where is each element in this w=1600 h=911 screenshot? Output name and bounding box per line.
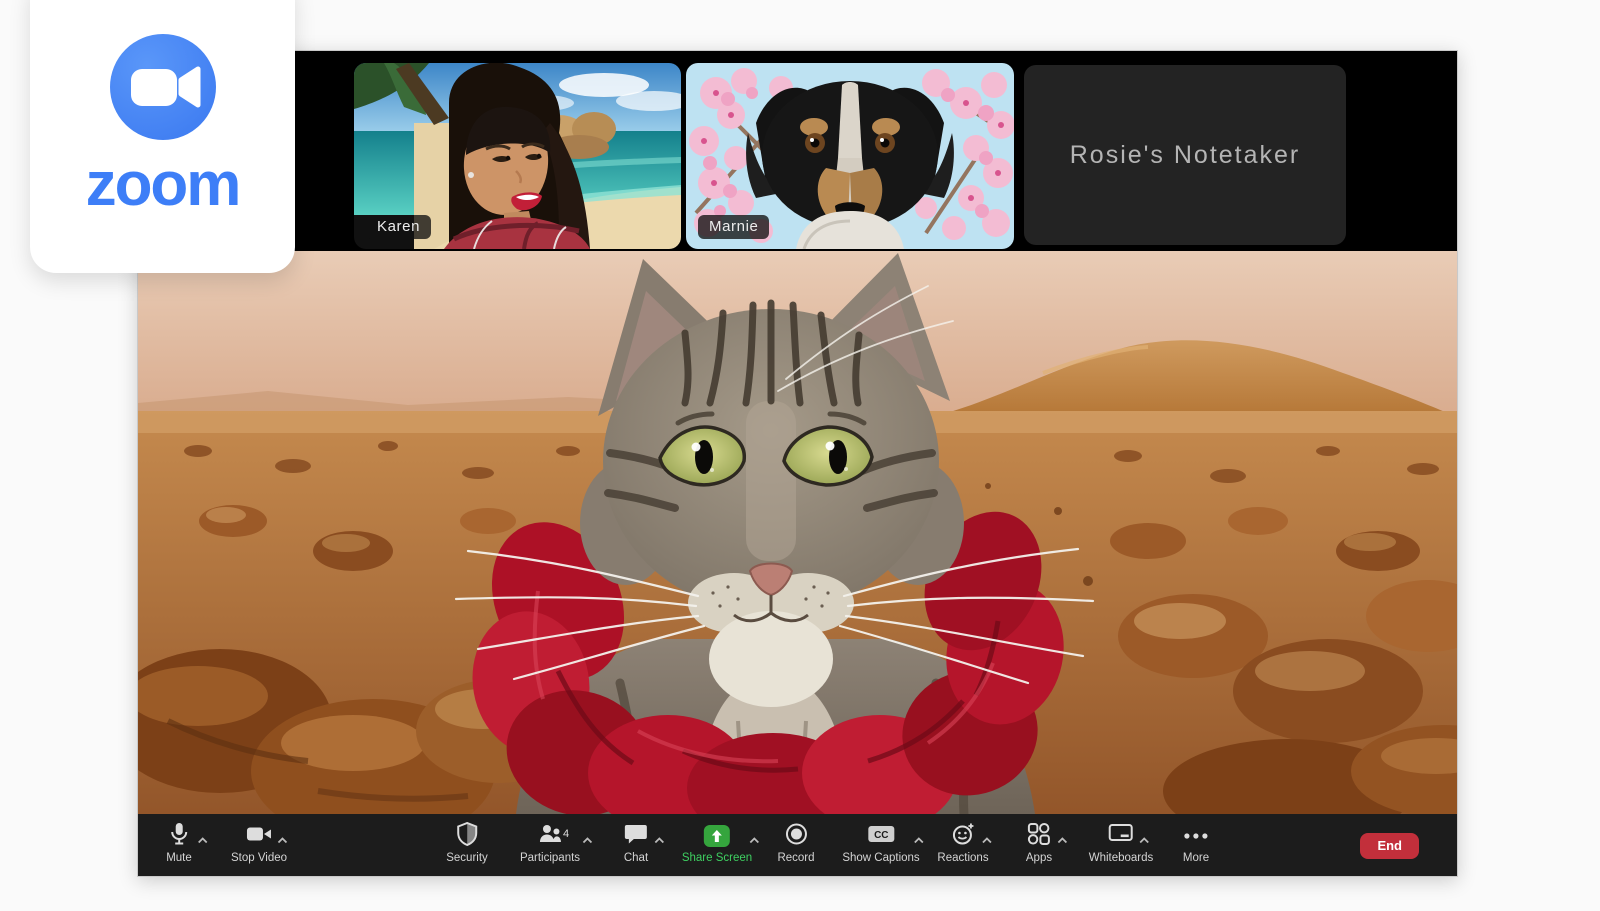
zoom-logo-card: zoom [30, 0, 295, 273]
video-tile-karen[interactable]: Karen [354, 63, 681, 249]
participant-name-label: Karen [366, 215, 431, 239]
main-speaker-video [138, 251, 1457, 814]
chat-icon [624, 823, 648, 850]
shield-icon [456, 822, 478, 851]
participants-icon [538, 823, 562, 850]
security-button[interactable]: Security [446, 823, 488, 864]
show-captions-button[interactable]: CC Show Captions [842, 823, 919, 864]
stop-video-button[interactable]: Stop Video [231, 823, 287, 864]
name-card-tile-rosie[interactable]: Rosie's Notetaker [1024, 65, 1346, 245]
chevron-up-icon[interactable] [981, 831, 992, 849]
whiteboards-button[interactable]: Whiteboards [1089, 823, 1154, 864]
chevron-up-icon[interactable] [582, 831, 593, 849]
zoom-camera-icon [110, 34, 216, 140]
chevron-up-icon[interactable] [197, 831, 208, 849]
record-icon [784, 822, 808, 851]
apps-icon [1027, 822, 1051, 851]
participants-button[interactable]: 4 Participants [520, 823, 580, 864]
chevron-up-icon[interactable] [1057, 831, 1068, 849]
mute-button[interactable]: Mute [166, 823, 192, 864]
chevron-up-icon[interactable] [654, 831, 665, 849]
chevron-up-icon[interactable] [277, 831, 288, 849]
chevron-up-icon[interactable] [913, 831, 924, 849]
participant-name-label: Marnie [698, 215, 769, 239]
chevron-up-icon[interactable] [749, 831, 760, 849]
microphone-icon [170, 822, 188, 851]
chat-button[interactable]: Chat [624, 823, 648, 864]
end-meeting-button[interactable]: End [1360, 833, 1419, 859]
whiteboard-icon [1108, 823, 1134, 850]
video-tile-marnie[interactable]: Marnie [686, 63, 1014, 249]
captions-icon: CC [867, 824, 895, 849]
chevron-up-icon[interactable] [1139, 831, 1150, 849]
share-screen-button[interactable]: Share Screen [682, 823, 752, 864]
meeting-toolbar: Mute Stop Video Security [138, 814, 1457, 877]
participant-name-label: Rosie's Notetaker [1070, 141, 1301, 170]
record-button[interactable]: Record [777, 823, 814, 864]
apps-button[interactable]: Apps [1026, 823, 1052, 864]
share-screen-icon [704, 825, 730, 847]
zoom-wordmark: zoom [86, 154, 240, 216]
svg-text:CC: CC [874, 830, 888, 841]
participant-count: 4 [563, 828, 569, 840]
reactions-icon [951, 822, 975, 851]
participant-filmstrip: Karen [138, 51, 1457, 251]
more-button[interactable]: More [1183, 823, 1209, 864]
reactions-button[interactable]: Reactions [937, 823, 988, 864]
zoom-meeting-window: Karen [137, 50, 1458, 877]
camera-icon [246, 825, 272, 848]
more-icon [1183, 827, 1209, 845]
